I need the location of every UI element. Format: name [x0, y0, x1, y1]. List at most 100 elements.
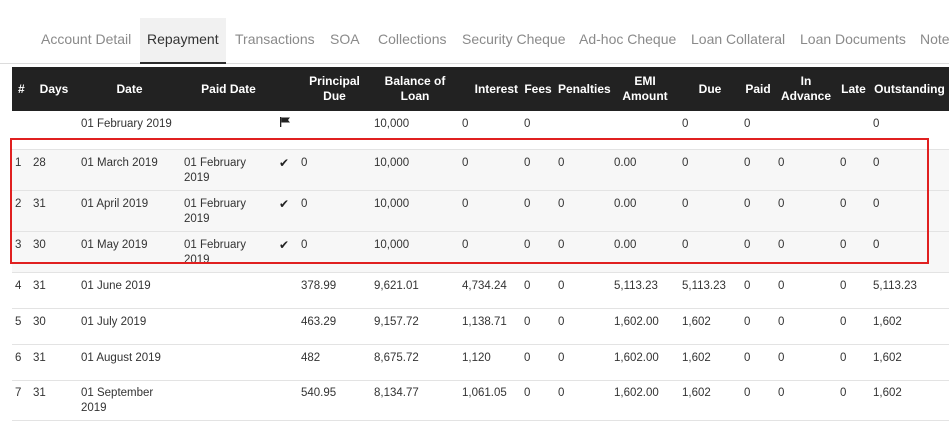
cell-number: 6 [12, 344, 30, 381]
cell-paid: 0 [741, 380, 775, 421]
cell-days: 31 [30, 190, 78, 232]
cell-status [276, 344, 298, 381]
cell-in-advance [775, 111, 837, 150]
cell-principal [298, 111, 371, 150]
cell-paid-date [181, 308, 276, 345]
flag-icon [280, 117, 290, 127]
cell-paid-date [181, 111, 276, 150]
table-header-row: # Days Date Paid Date Principal Due Bala… [12, 67, 949, 111]
cell-outstanding: 1,602 [870, 380, 949, 421]
cell-days: 28 [30, 149, 78, 191]
cell-date: 01 June 2019 [78, 272, 181, 309]
cell-status [276, 308, 298, 345]
cell-penalties: 0 [555, 149, 611, 191]
cell-principal: 482 [298, 344, 371, 381]
tab-collections[interactable]: Collections [378, 18, 446, 62]
cell-date: 01 February 2019 [78, 111, 181, 150]
cell-status [276, 380, 298, 421]
tab-bar: Account Detail Repayment Transactions SO… [0, 0, 949, 64]
table-row: 2 31 01 April 2019 01 February 2019 ✔ 0 … [12, 190, 949, 232]
table-row: 1 28 01 March 2019 01 February 2019 ✔ 0 … [12, 149, 949, 191]
cell-penalties: 0 [555, 231, 611, 273]
cell-fees: 0 [521, 149, 555, 191]
cell-late: 0 [837, 190, 870, 232]
cell-due: 1,602 [679, 380, 741, 421]
tab-account-detail[interactable]: Account Detail [41, 18, 131, 62]
cell-principal: 463.29 [298, 308, 371, 345]
tab-loan-documents[interactable]: Loan Documents [800, 18, 906, 62]
cell-status: ✔ [276, 149, 298, 191]
cell-balance: 8,134.77 [371, 380, 459, 421]
col-header-late: Late [837, 67, 870, 111]
cell-penalties: 0 [555, 308, 611, 345]
cell-in-advance: 0 [775, 308, 837, 345]
cell-paid: 0 [741, 308, 775, 345]
cell-balance: 8,675.72 [371, 344, 459, 381]
col-header-number: # [12, 67, 30, 111]
cell-date: 01 September 2019 [78, 380, 181, 421]
cell-balance: 10,000 [371, 231, 459, 273]
cell-principal: 378.99 [298, 272, 371, 309]
cell-balance: 10,000 [371, 190, 459, 232]
cell-balance: 10,000 [371, 111, 459, 150]
cell-date: 01 July 2019 [78, 308, 181, 345]
table-row: 3 30 01 May 2019 01 February 2019 ✔ 0 10… [12, 231, 949, 273]
cell-balance: 10,000 [371, 149, 459, 191]
tab-note[interactable]: Note [920, 18, 949, 62]
cell-penalties: 0 [555, 380, 611, 421]
cell-days: 31 [30, 380, 78, 421]
cell-fees: 0 [521, 380, 555, 421]
col-header-interest: Interest [459, 67, 521, 111]
col-header-days: Days [30, 67, 78, 111]
cell-paid: 0 [741, 190, 775, 232]
cell-days: 31 [30, 344, 78, 381]
cell-fees: 0 [521, 111, 555, 150]
cell-penalties: 0 [555, 190, 611, 232]
cell-outstanding: 5,113.23 [870, 272, 949, 309]
cell-late: 0 [837, 308, 870, 345]
cell-outstanding: 1,602 [870, 308, 949, 345]
cell-in-advance: 0 [775, 272, 837, 309]
col-header-status [276, 67, 298, 111]
cell-fees: 0 [521, 272, 555, 309]
col-header-principal: Principal Due [298, 67, 371, 111]
cell-paid: 0 [741, 344, 775, 381]
cell-number: 7 [12, 380, 30, 421]
col-header-fees: Fees [521, 67, 555, 111]
cell-balance: 9,621.01 [371, 272, 459, 309]
table-row: 5 30 01 July 2019 463.29 9,157.72 1,138.… [12, 308, 949, 345]
col-header-paid: Paid [741, 67, 775, 111]
cell-number: 2 [12, 190, 30, 232]
table-row: 4 31 01 June 2019 378.99 9,621.01 4,734.… [12, 272, 949, 309]
table-row: 6 31 01 August 2019 482 8,675.72 1,120 0… [12, 344, 949, 381]
cell-due: 0 [679, 111, 741, 150]
col-header-balance: Balance of Loan [371, 67, 459, 111]
tab-security-cheque[interactable]: Security Cheque [462, 18, 566, 62]
cell-emi: 0.00 [611, 149, 679, 191]
cell-paid: 0 [741, 149, 775, 191]
tab-loan-collateral[interactable]: Loan Collateral [691, 18, 785, 62]
tab-adhoc-cheque[interactable]: Ad-hoc Cheque [579, 18, 676, 62]
cell-fees: 0 [521, 190, 555, 232]
cell-fees: 0 [521, 344, 555, 381]
cell-due: 0 [679, 231, 741, 273]
tab-transactions[interactable]: Transactions [235, 18, 315, 62]
col-header-due: Due [679, 67, 741, 111]
cell-number: 5 [12, 308, 30, 345]
tab-repayment[interactable]: Repayment [140, 18, 226, 64]
cell-status: ✔ [276, 231, 298, 273]
cell-due: 0 [679, 149, 741, 191]
cell-status [276, 272, 298, 309]
cell-paid-date: 01 February 2019 [181, 231, 276, 273]
tab-soa[interactable]: SOA [330, 18, 360, 62]
cell-in-advance: 0 [775, 380, 837, 421]
cell-paid-date [181, 272, 276, 309]
cell-emi: 0.00 [611, 190, 679, 232]
cell-status: ✔ [276, 190, 298, 232]
cell-outstanding: 0 [870, 149, 949, 191]
cell-fees: 0 [521, 308, 555, 345]
check-icon: ✔ [279, 237, 290, 252]
cell-due: 1,602 [679, 308, 741, 345]
cell-number: 4 [12, 272, 30, 309]
cell-emi: 5,113.23 [611, 272, 679, 309]
